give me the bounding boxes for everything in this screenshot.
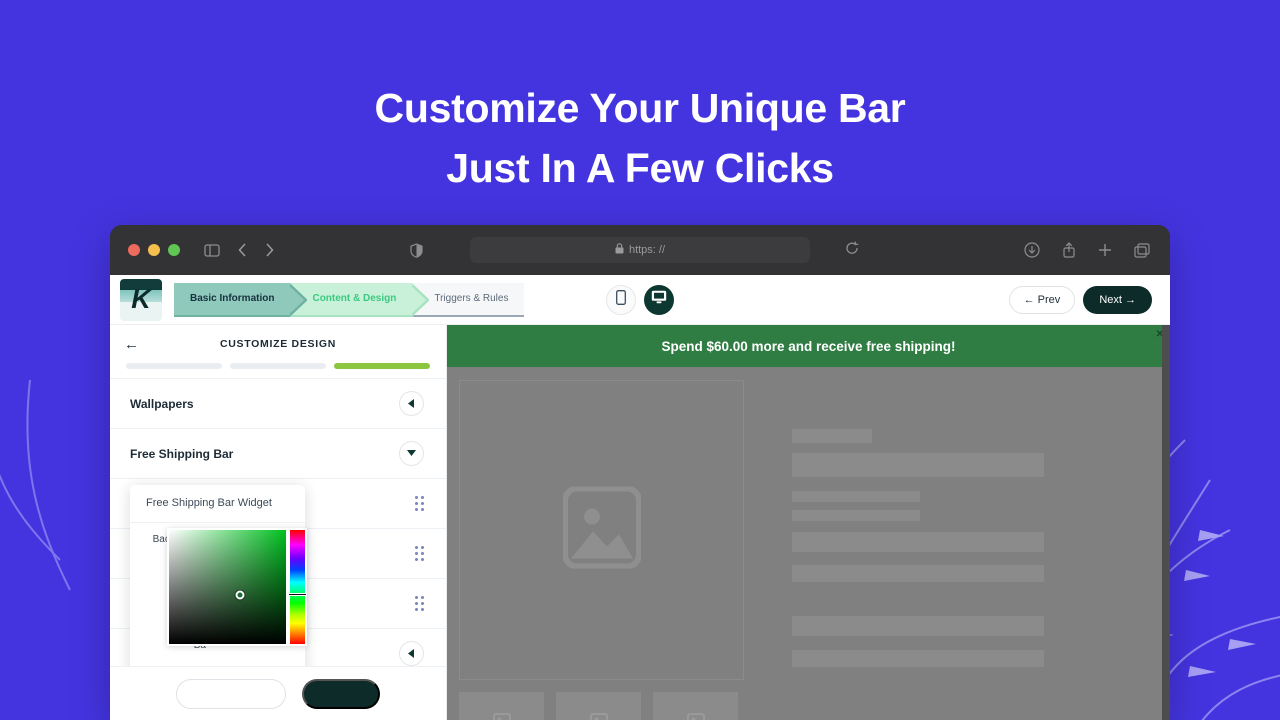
drag-handle-icon[interactable] [415,496,424,511]
shield-icon[interactable] [410,242,423,258]
sidebar-icon[interactable] [204,243,220,257]
step-chevron-icon [290,282,308,317]
traffic-lights [128,244,180,256]
hero-headline: Customize Your Unique Bar Just In A Few … [0,78,1280,198]
section-label: Wallpapers [130,396,194,411]
hero-line-2: Just In A Few Clicks [446,145,834,191]
skeleton-line [792,616,1044,636]
step-label: Basic Information [190,293,275,304]
step-label: Triggers & Rules [434,293,509,304]
share-icon[interactable] [1062,242,1076,258]
thumbnail-3[interactable] [653,692,738,720]
new-tab-icon[interactable] [1098,243,1112,257]
maximize-window-button[interactable] [168,244,180,256]
device-preview-toggle [606,284,674,315]
free-shipping-bar-widget-popover: Free Shipping Bar Widget Background Colo… [130,485,307,666]
section-free-shipping-bar[interactable]: Free Shipping Bar [110,428,446,478]
desktop-icon [651,290,667,309]
reload-icon[interactable] [845,241,859,260]
primary-action-button[interactable] [302,678,380,709]
step-basic-information[interactable]: Basic Information [174,282,308,317]
skeleton-line [792,429,872,443]
arrow-left-icon[interactable]: ← [124,336,139,353]
image-placeholder-icon [561,485,642,574]
sidebar-footer [110,666,446,720]
free-shipping-banner[interactable]: Spend $60.00 more and receive free shipp… [447,325,1170,367]
skeleton-line [792,532,1044,552]
url-text: https: // [628,244,666,256]
color-picker[interactable] [167,528,307,646]
skeleton-line [792,491,920,502]
desktop-preview-button[interactable] [644,284,674,315]
saturation-value-area[interactable] [169,530,286,644]
section-wallpapers[interactable]: Wallpapers [110,378,446,428]
secondary-action-button[interactable] [176,678,286,709]
hue-slider-handle[interactable] [289,592,306,596]
chrome-left-icons [204,243,274,257]
lock-icon [615,241,624,259]
logo-letter: K [131,284,151,314]
drag-handle-icon[interactable] [415,596,424,611]
chevron-down-icon[interactable] [399,441,424,466]
skeleton-line [792,565,1044,582]
section-label: Free Shipping Bar [130,446,234,461]
product-image-placeholder [459,380,744,680]
next-button[interactable]: Next → [1083,285,1152,314]
progress-segment-3 [334,363,430,369]
app-logo[interactable]: K [120,278,162,321]
color-picker-handle[interactable] [235,590,245,600]
address-bar[interactable]: https: // [470,237,810,263]
mobile-icon [616,289,626,310]
wizard-nav-buttons: ← Prev Next → [1008,285,1152,314]
minimize-window-button[interactable] [148,244,160,256]
preview-pane: Spend $60.00 more and receive free shipp… [447,325,1170,720]
tab-overview-icon[interactable] [1134,242,1150,258]
browser-chrome: https: // [110,225,1170,275]
sidebar-header: ← CUSTOMIZE DESIGN [110,325,446,363]
app-topbar: K Basic Information Content & Design Tri… [110,275,1170,325]
sidebar-scroll-area[interactable]: Wallpapers Free Shipping Bar Free Shippi… [110,378,446,666]
banner-text: Spend $60.00 more and receive free shipp… [661,338,956,354]
close-window-button[interactable] [128,244,140,256]
hero-line-1: Customize Your Unique Bar [374,85,906,131]
browser-window: https: // K Basic Information Content & … [110,225,1170,720]
step-content-design[interactable]: Content & Design [290,282,430,317]
cactus-line-art-left [0,379,71,591]
skeleton-line [792,510,920,521]
chrome-right-icons [1024,242,1150,258]
skeleton-line [792,650,1044,667]
forward-chevron-icon[interactable] [265,243,274,257]
skeleton-line [792,453,1044,477]
collapse-left-icon[interactable] [399,391,424,416]
step-chevron-icon [412,282,430,317]
progress-segment-2 [230,363,326,369]
download-icon[interactable] [1024,242,1040,258]
back-chevron-icon[interactable] [238,243,247,257]
preview-skeleton [447,367,1170,720]
wizard-steps: Basic Information Content & Design Trigg… [174,282,525,317]
hue-slider[interactable] [289,530,306,644]
text-skeleton-block [792,367,1167,675]
mobile-preview-button[interactable] [606,284,636,315]
thumbnail-2[interactable] [556,692,641,720]
page-title: CUSTOMIZE DESIGN [219,338,336,350]
thumbnail-row [459,692,738,720]
step-label: Content & Design [312,293,397,304]
prev-button[interactable]: ← Prev [1008,285,1076,314]
drag-handle-icon[interactable] [415,546,424,561]
app-viewport: K Basic Information Content & Design Tri… [110,275,1170,720]
app-body: ← CUSTOMIZE DESIGN Wallpapers Free Shipp… [110,325,1170,720]
customize-design-sidebar: ← CUSTOMIZE DESIGN Wallpapers Free Shipp… [110,325,447,720]
progress-segment-1 [126,363,222,369]
popover-title: Free Shipping Bar Widget [130,495,305,523]
thumbnail-1[interactable] [459,692,544,720]
window-right-edge [1162,325,1170,720]
collapse-left-icon[interactable] [399,641,424,666]
progress-indicator [110,363,446,378]
